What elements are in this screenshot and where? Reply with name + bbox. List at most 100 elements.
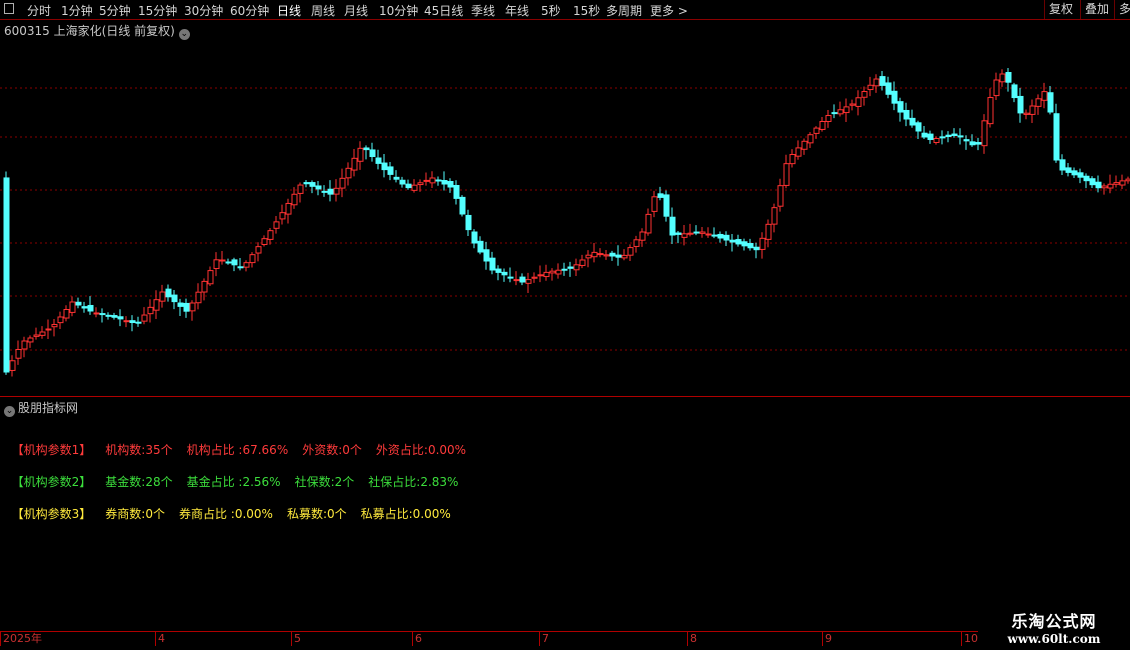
candle-body (993, 79, 1000, 97)
candle-body (789, 154, 796, 165)
candle-body (627, 247, 634, 256)
candle-body (537, 274, 544, 277)
candle-body (375, 157, 382, 164)
candle-body (81, 306, 88, 309)
candle-body (879, 76, 886, 86)
candle-body (423, 179, 430, 182)
candle-body (69, 301, 76, 313)
candle-body (1095, 181, 1102, 189)
candle-body (1011, 84, 1018, 99)
candle-body (885, 82, 892, 95)
candle-body (201, 280, 208, 293)
candle-body (489, 257, 496, 271)
candle-body (1053, 113, 1060, 161)
candle-body (171, 294, 178, 303)
candle-body (843, 106, 850, 114)
candle-body (891, 90, 898, 104)
pane-divider[interactable] (0, 396, 1130, 397)
candle-body (297, 184, 304, 194)
period-tab[interactable]: 1分钟 (61, 2, 93, 19)
toolbar-button[interactable]: 多 (1114, 0, 1130, 19)
candle-body (459, 196, 466, 215)
candle-body (987, 97, 994, 125)
candle-body (909, 117, 916, 126)
period-tab[interactable]: 更多 > (650, 2, 688, 19)
period-tab[interactable]: 15分钟 (138, 2, 177, 19)
candle-body (483, 249, 490, 262)
candle-body (327, 188, 334, 195)
candle-body (873, 78, 880, 87)
period-tab[interactable]: 周线 (311, 2, 335, 19)
candle-body (9, 360, 16, 371)
candle-body (21, 340, 28, 350)
candle-body (267, 230, 274, 240)
candle-body (321, 190, 328, 193)
period-tab[interactable]: 45日线 (424, 2, 463, 19)
candle-body (1035, 98, 1042, 107)
row-item: 外资数:0个 (302, 443, 362, 457)
candle-body (465, 214, 472, 231)
candle-body (141, 314, 148, 322)
candle-body (837, 109, 844, 115)
row-item: 券商数:0个 (105, 507, 165, 521)
row-label: 【机构参数3】 (11, 507, 92, 521)
time-axis-label: 2025年 (0, 632, 42, 646)
row-item: 基金占比 :2.56% (186, 475, 281, 489)
row-item: 基金数:28个 (105, 475, 173, 489)
candle-body (777, 185, 784, 207)
period-tab[interactable]: 60分钟 (230, 2, 269, 19)
candle-body (111, 315, 118, 318)
kline-chart[interactable] (0, 20, 1130, 396)
period-tab[interactable]: 15秒 (573, 2, 600, 19)
period-tab[interactable]: 月线 (344, 2, 368, 19)
candle-body (351, 157, 358, 171)
candle-body (825, 115, 832, 122)
candle-body (771, 207, 778, 225)
candle-body (411, 184, 418, 191)
watermark-title: 乐淘公式网 (1011, 612, 1097, 631)
candle-body (531, 276, 538, 279)
candle-body (471, 231, 478, 244)
candle-body (867, 84, 874, 91)
candle-body (945, 134, 952, 138)
candle-body (903, 109, 910, 120)
candle-body (1005, 71, 1012, 83)
candle-body (207, 270, 214, 285)
indicator-row-3: 【机构参数3】 券商数:0个 券商占比 :0.00% 私募数:0个 私募占比:0.00% (4, 491, 465, 522)
row-item: 机构数:35个 (105, 443, 173, 457)
candle-body (573, 264, 580, 271)
candle-body (1119, 180, 1126, 186)
candle-body (99, 313, 106, 316)
candle-body (513, 279, 520, 282)
candle-body (237, 266, 244, 269)
candle-body (309, 182, 316, 187)
period-tab[interactable]: 分时 (27, 2, 51, 19)
candle-body (897, 101, 904, 113)
candle-body (861, 91, 868, 98)
period-tab[interactable]: 多周期 (606, 2, 642, 19)
candle-body (963, 139, 970, 142)
period-tab[interactable]: 日线 (277, 2, 301, 19)
candle-body (657, 193, 664, 198)
period-tab[interactable]: 10分钟 (379, 2, 418, 19)
candle-body (51, 324, 58, 328)
period-tab[interactable]: 年线 (505, 2, 529, 19)
candle-body (333, 187, 340, 195)
candle-body (177, 302, 184, 307)
period-tab[interactable]: 季线 (471, 2, 495, 19)
period-tab[interactable]: 5秒 (541, 2, 561, 19)
candle-body (147, 306, 154, 315)
candle-body (729, 239, 736, 243)
candle-body (939, 136, 946, 139)
candle-body (129, 320, 136, 323)
toolbar-button[interactable]: 叠加 (1080, 0, 1113, 19)
candle-body (633, 239, 640, 247)
period-tab[interactable]: 30分钟 (184, 2, 223, 19)
chevron-down-icon[interactable]: ⌄ (4, 406, 15, 417)
candle-body (651, 196, 658, 212)
candle-body (345, 167, 352, 179)
period-tab[interactable]: 5分钟 (99, 2, 131, 19)
toolbar-button[interactable]: 复权 (1044, 0, 1077, 19)
window-icon[interactable] (4, 3, 14, 14)
candle-body (687, 232, 694, 235)
